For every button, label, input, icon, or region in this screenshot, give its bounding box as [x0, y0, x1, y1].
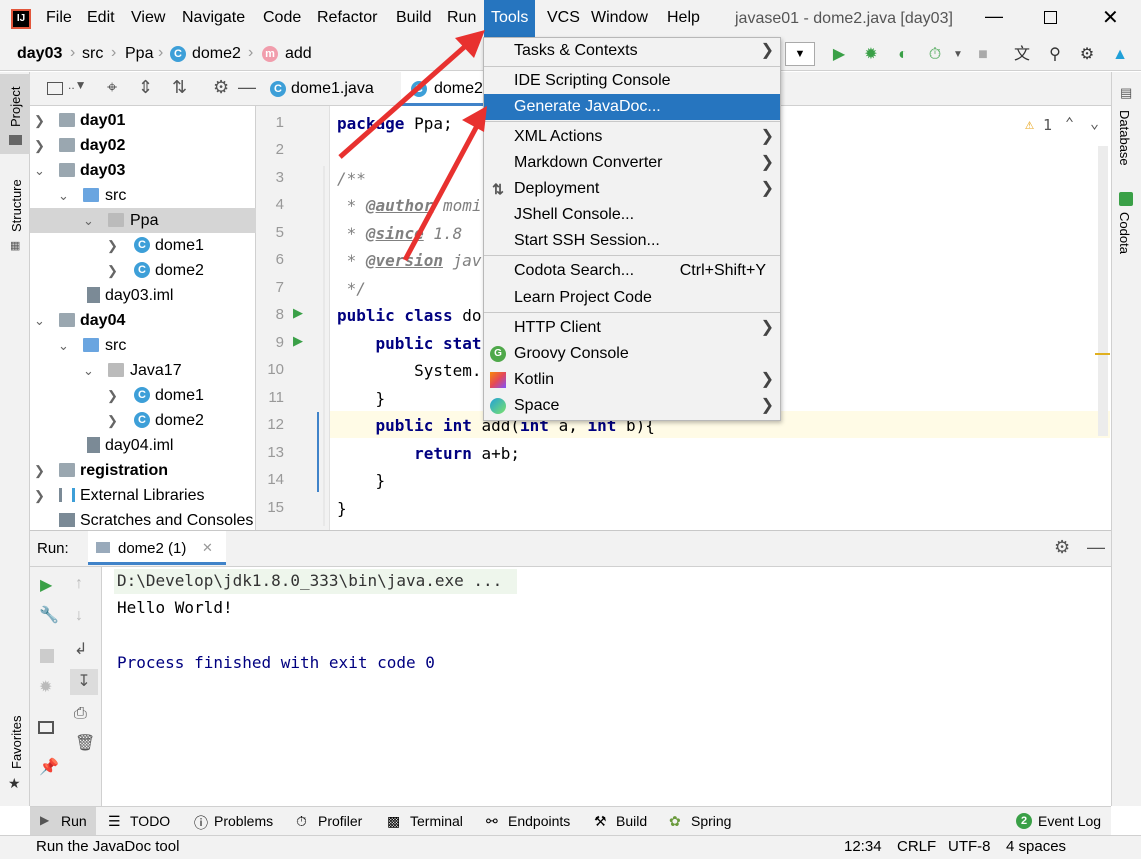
annotation-arrows	[338, 30, 487, 262]
annotation-arrow-tools	[338, 30, 485, 159]
annotation-arrow-javadoc	[402, 106, 487, 262]
